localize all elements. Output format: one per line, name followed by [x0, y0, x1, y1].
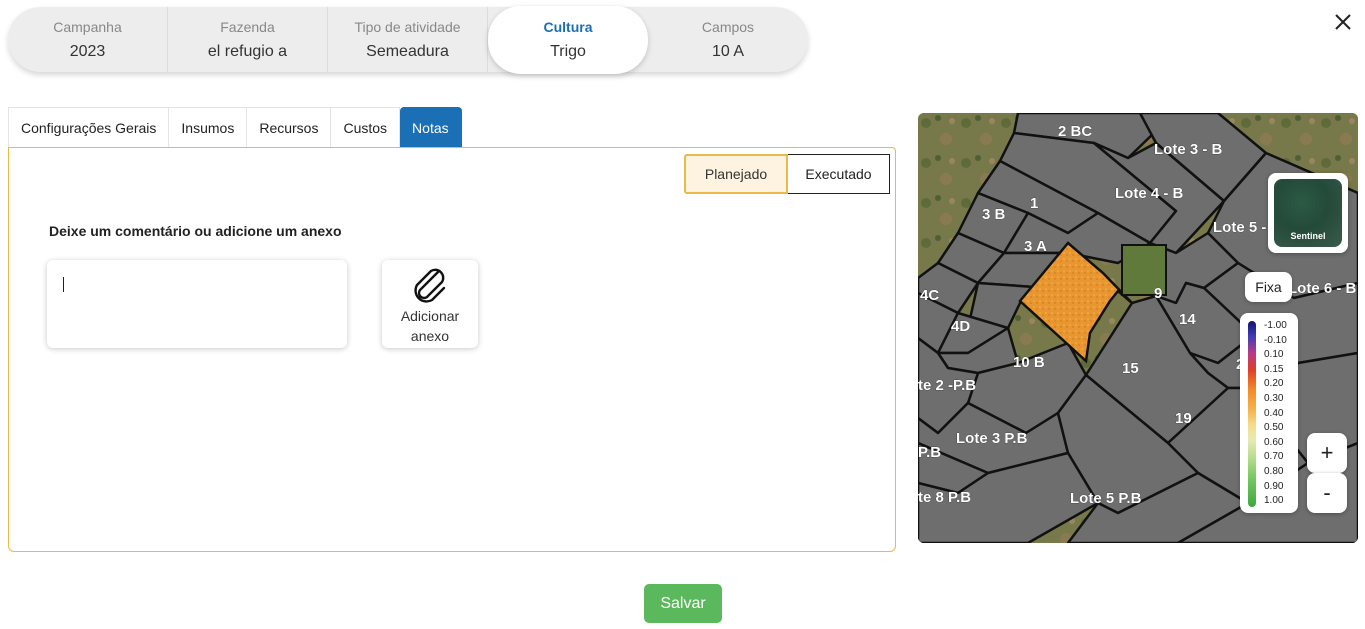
tab-configuracoes-gerais[interactable]: Configurações Gerais: [8, 107, 170, 148]
legend-tick: 0.50: [1264, 422, 1284, 434]
tab-custos[interactable]: Custos: [331, 107, 401, 148]
ndvi-legend: -1.00 -0.10 0.10 0.15 0.20 0.30 0.40 0.5…: [1240, 313, 1298, 513]
attach-label-line2: anexo: [410, 328, 450, 344]
label-19: 19: [1175, 410, 1192, 427]
legend-tick: -0.10: [1264, 334, 1287, 346]
legend-tick: 0.15: [1264, 363, 1284, 375]
step-value: Semeadura: [366, 42, 449, 60]
map-view[interactable]: 2 BC Lote 3 - B Lote 4 - B Lote 5 - 1 3 …: [918, 113, 1358, 543]
zoom-in-button[interactable]: +: [1307, 433, 1347, 473]
step-value: 2023: [69, 42, 106, 60]
label-lote4b: Lote 4 - B: [1115, 185, 1184, 202]
label-lote3b: Lote 3 - B: [1154, 141, 1223, 158]
legend-tick: 0.30: [1264, 392, 1284, 404]
label-3b: 3 B: [982, 206, 1006, 223]
label-2bc: 2 BC: [1058, 123, 1092, 140]
legend-tick: 0.90: [1264, 480, 1284, 492]
legend-tick: 0.20: [1264, 378, 1284, 390]
label-te8pb: te 8 P.B: [918, 489, 971, 506]
label-lote6b: Lote 6 - B: [1288, 280, 1357, 297]
label-pb: P.B: [918, 444, 941, 461]
label-lote5: Lote 5 -: [1213, 219, 1266, 236]
sentinel-label: Sentinel: [1290, 231, 1326, 241]
close-icon[interactable]: [1333, 12, 1353, 32]
label-3a: 3 A: [1024, 238, 1047, 255]
legend-tick: -1.00: [1264, 320, 1287, 331]
label-4c: 4C: [920, 287, 939, 304]
attach-label-line1: Adicionar: [400, 308, 460, 324]
fixa-button[interactable]: Fixa: [1245, 272, 1292, 302]
step-label: Campanha: [53, 18, 122, 35]
legend-ticks: -1.00 -0.10 0.10 0.15 0.20 0.30 0.40 0.5…: [1264, 319, 1287, 509]
notes-panel: Planejado Executado Deixe um comentário …: [8, 147, 896, 552]
legend-tick: 0.40: [1264, 407, 1284, 419]
label-lote3pb: Lote 3 P.B: [956, 430, 1028, 447]
label-15: 15: [1122, 360, 1139, 377]
legend-tick: 0.80: [1264, 465, 1284, 477]
step-tipo-atividade[interactable]: Tipo de atividade Semeadura: [328, 7, 488, 72]
zoom-out-button[interactable]: -: [1307, 473, 1347, 513]
step-value: el refugio a: [207, 42, 288, 60]
save-button[interactable]: Salvar: [644, 584, 722, 623]
legend-tick: 0.10: [1264, 349, 1284, 361]
legend-tick: 0.60: [1264, 436, 1284, 448]
step-value: Trigo: [550, 43, 586, 60]
legend-tick: 0.70: [1264, 451, 1284, 463]
step-label: Cultura: [543, 19, 593, 35]
tab-bar: Configurações Gerais Insumos Recursos Cu…: [8, 107, 462, 148]
label-4d: 4D: [951, 318, 970, 335]
step-value: 10 A: [711, 42, 745, 60]
step-campos[interactable]: Campos 10 A: [648, 7, 808, 72]
label-te2pb: te 2 -P.B: [918, 377, 976, 394]
step-fazenda[interactable]: Fazenda el refugio a: [168, 7, 328, 72]
label-9: 9: [1154, 285, 1162, 302]
label-10b: 10 B: [1013, 354, 1045, 371]
step-label: Campos: [701, 18, 755, 35]
label-1: 1: [1030, 195, 1038, 212]
paperclip-icon: [414, 268, 446, 303]
executed-button[interactable]: Executado: [788, 154, 890, 194]
add-attachment-button[interactable]: Adicionar anexo: [382, 260, 478, 348]
label-lote5pb: Lote 5 P.B: [1070, 490, 1142, 507]
planned-button[interactable]: Planejado: [684, 154, 788, 194]
tab-notas[interactable]: Notas: [400, 107, 462, 148]
comment-input[interactable]: [47, 260, 347, 348]
tab-recursos[interactable]: Recursos: [247, 107, 332, 148]
sentinel-layer-button[interactable]: Sentinel: [1268, 173, 1348, 253]
step-label: Tipo de atividade: [354, 18, 461, 35]
step-campanha[interactable]: Campanha 2023: [8, 7, 168, 72]
notes-prompt: Deixe um comentário ou adicione um anexo: [49, 223, 342, 239]
label-14: 14: [1179, 311, 1196, 328]
sentinel-thumbnail: Sentinel: [1274, 179, 1342, 247]
text-caret: [63, 277, 64, 292]
legend-tick: 1.00: [1264, 495, 1284, 507]
legend-color-bar: [1248, 321, 1256, 507]
step-cultura[interactable]: Cultura Trigo: [488, 6, 648, 74]
step-bar: Campanha 2023 Fazenda el refugio a Tipo …: [8, 6, 808, 74]
step-label: Fazenda: [220, 18, 275, 35]
planned-executed-toggle: Planejado Executado: [684, 154, 890, 194]
tab-insumos[interactable]: Insumos: [169, 107, 248, 148]
